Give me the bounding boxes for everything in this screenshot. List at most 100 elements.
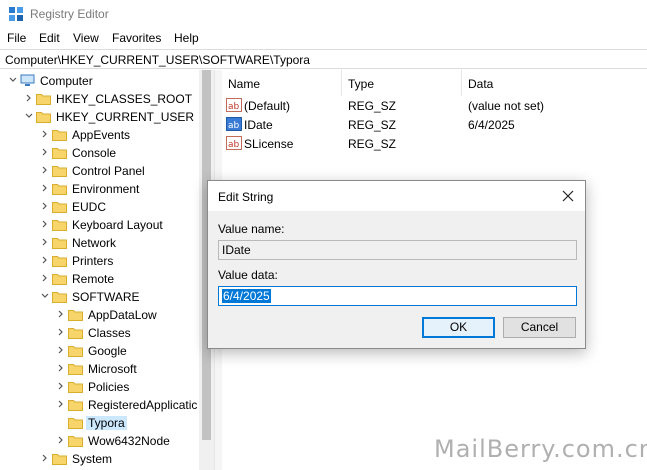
tree-item[interactable]: Control Panel [0,162,214,180]
menu-favorites[interactable]: Favorites [112,31,161,45]
value-name-field: IDate [218,240,577,260]
tree-item-label: Policies [88,380,130,394]
tree-item-label: Computer [40,74,93,88]
selected-text[interactable]: 6/4/2025 [222,289,271,303]
tree-item[interactable]: System [0,450,214,468]
chevron-right-icon[interactable] [56,381,66,391]
watermark: MailBerry.com.cn [434,435,647,463]
tree-item[interactable]: Keyboard Layout [0,216,214,234]
tree-item-label: SOFTWARE [72,290,140,304]
tree-item[interactable]: AppEvents [0,126,214,144]
chevron-right-icon[interactable] [40,237,50,247]
tree-item[interactable]: Policies [0,378,214,396]
chevron-right-icon[interactable] [56,327,66,337]
tree-item[interactable]: Computer [0,72,214,90]
tree-item[interactable]: Classes [0,324,214,342]
tree-item[interactable]: HKEY_CURRENT_USER [0,108,214,126]
tree-item[interactable]: Google [0,342,214,360]
column-header-type[interactable]: Type [342,70,462,96]
tree-item-label: HKEY_CLASSES_ROOT [56,92,193,106]
value-type: REG_SZ [348,137,397,151]
menu-view[interactable]: View [73,31,99,45]
menu-help[interactable]: Help [174,31,199,45]
tree-item-label: Microsoft [88,362,137,376]
tree-item[interactable]: Environment [0,180,214,198]
chevron-right-icon[interactable] [56,435,66,445]
chevron-right-icon[interactable] [24,93,34,103]
folder-icon [52,454,67,465]
tree-item[interactable]: AppDataLow [0,306,214,324]
chevron-right-icon[interactable] [40,453,50,463]
folder-icon [36,94,51,105]
chevron-down-icon[interactable] [24,111,34,121]
folder-icon [52,256,67,267]
chevron-right-icon[interactable] [40,273,50,283]
chevron-right-icon[interactable] [40,165,50,175]
chevron-right-icon[interactable] [56,345,66,355]
registry-tree[interactable]: Computer HKEY_CLASSES_ROOT HKEY_CURRENT_US… [0,70,214,470]
chevron-right-icon[interactable] [40,183,50,193]
tree-item[interactable]: Wow6432Node [0,432,214,450]
folder-icon [52,202,67,213]
folder-icon [68,310,83,321]
tree-item-label: Google [88,344,127,358]
value-data-input[interactable]: 6/4/2025 [218,286,577,306]
chevron-right-icon[interactable] [40,201,50,211]
string-value-icon: ab [226,136,242,150]
cancel-button[interactable]: Cancel [503,317,576,338]
menu-file[interactable]: File [7,31,26,45]
folder-icon [68,346,83,357]
dialog-title: Edit String [218,190,274,204]
address-bar[interactable]: Computer\HKEY_CURRENT_USER\SOFTWARE\Typo… [0,49,647,69]
close-icon[interactable] [559,187,577,205]
list-row-slicense[interactable]: ab SLicense REG_SZ [222,134,647,153]
ok-button[interactable]: OK [422,317,495,338]
computer-icon [20,74,35,86]
tree-item[interactable]: Printers [0,252,214,270]
menu-bar: File Edit View Favorites Help [0,28,647,48]
folder-icon [68,436,83,447]
menu-edit[interactable]: Edit [39,31,60,45]
column-header-name[interactable]: Name [222,70,342,96]
tree-item-label: Keyboard Layout [72,218,163,232]
chevron-right-icon[interactable] [40,255,50,265]
chevron-right-icon[interactable] [56,399,66,409]
tree-item[interactable]: SOFTWARE [0,288,214,306]
value-data: 6/4/2025 [468,118,515,132]
tree-item[interactable]: Network [0,234,214,252]
address-path[interactable]: Computer\HKEY_CURRENT_USER\SOFTWARE\Typo… [5,53,310,67]
value-name: SLicense [244,137,294,151]
chevron-right-icon[interactable] [40,129,50,139]
tree-item-label: Remote [72,272,115,286]
tree-item[interactable]: Console [0,144,214,162]
dialog-title-bar[interactable]: Edit String [208,181,585,211]
string-value-icon: ab [226,98,242,112]
list-row-idate[interactable]: ab IDate REG_SZ 6/4/2025 [222,115,647,134]
tree-item-label: Printers [72,254,114,268]
value-data: (value not set) [468,99,545,113]
chevron-down-icon[interactable] [40,291,50,301]
tree-item-label: Environment [72,182,140,196]
tree-item[interactable]: Remote [0,270,214,288]
tree-item[interactable]: HKEY_CLASSES_ROOT [0,90,214,108]
tree-item-label: Typora [86,416,127,430]
tree-item[interactable]: RegisteredApplicatic [0,396,214,414]
tree-item[interactable]: Microsoft [0,360,214,378]
column-header-data[interactable]: Data [462,70,647,96]
tree-item-label: AppEvents [72,128,131,142]
chevron-right-icon[interactable] [56,363,66,373]
value-name: IDate [244,118,273,132]
tree-item-label: EUDC [72,200,107,214]
chevron-right-icon[interactable] [40,147,50,157]
tree-item-label: Network [72,236,117,250]
folder-icon [68,364,83,375]
chevron-right-icon[interactable] [40,219,50,229]
chevron-right-icon[interactable] [56,309,66,319]
chevron-down-icon[interactable] [8,75,18,85]
list-row-default[interactable]: ab (Default) REG_SZ (value not set) [222,96,647,115]
tree-item[interactable]: Typora [0,414,214,432]
tree-item-label: System [72,452,113,466]
string-value-icon: ab [226,117,242,131]
folder-icon [52,292,67,303]
tree-item[interactable]: EUDC [0,198,214,216]
